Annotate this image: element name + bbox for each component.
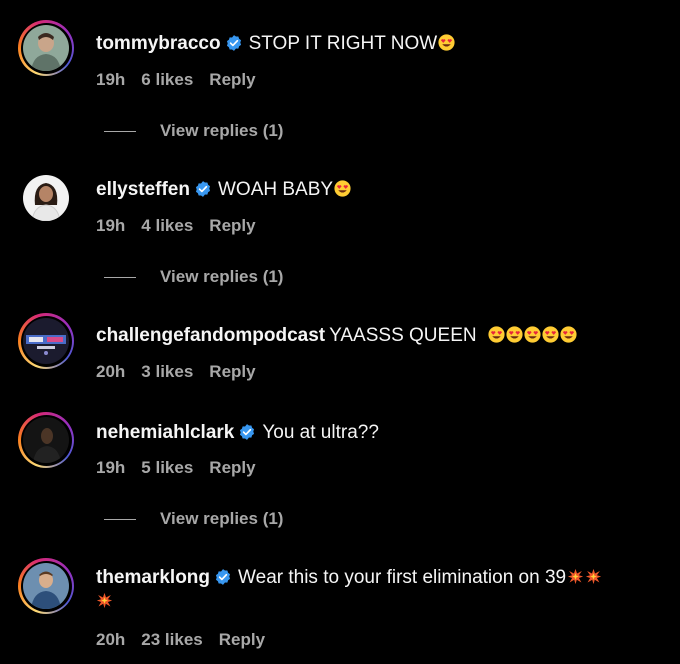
comment-text: WOAH BABY [217,179,334,200]
view-replies-label: View replies (1) [160,509,284,528]
avatar-nehemiahlclark[interactable] [18,412,74,468]
replies-divider [104,130,136,132]
timestamp: 19h [96,216,126,235]
view-replies-label: View replies (1) [160,121,284,140]
verified-badge-icon [226,35,241,51]
replies-divider [104,518,136,520]
likes-count[interactable]: 23 likes [141,630,202,649]
comment-line: ellysteffen WOAH BABY [96,178,660,202]
collision-emoji-icon [585,568,602,585]
likes-count[interactable]: 3 likes [141,362,193,381]
comment-text: STOP IT RIGHT NOW [248,33,438,54]
avatar-photo-icon [23,563,69,609]
verified-badge-icon [195,181,211,197]
comment-meta: 19h 6 likes Reply [96,70,272,90]
replies-divider [104,276,136,278]
collision-emoji-icon [567,568,584,585]
heart-eyes-emoji-icon [542,326,559,343]
verified-badge-icon [215,569,231,585]
timestamp: 20h [96,362,126,381]
collision-emoji-icon [96,592,113,609]
heart-eyes-emoji-icon [524,326,541,343]
username[interactable]: nehemiahlclark [96,422,234,443]
heart-eyes-emoji-icon [488,326,505,343]
heart-eyes-emoji-icon [506,326,523,343]
comment-line: nehemiahlclark You at ultra?? [96,421,660,445]
avatar-photo-icon [23,175,69,221]
timestamp: 19h [96,70,126,89]
avatar-tommybracco[interactable] [18,20,74,76]
username[interactable]: challengefandompodcast [96,325,325,346]
heart-eyes-emoji-icon [560,326,577,343]
reply-button[interactable]: Reply [209,216,255,235]
avatar-logo-icon [23,318,69,364]
comment-meta: 20h 23 likes Reply [96,630,281,650]
reply-button[interactable]: Reply [219,630,265,649]
timestamp: 19h [96,458,126,477]
likes-count[interactable]: 6 likes [141,70,193,89]
view-replies-button[interactable]: View replies (1) [104,121,283,141]
comment-meta: 19h 4 likes Reply [96,216,272,236]
avatar-ellysteffen[interactable] [18,170,74,226]
comment-text: YAASSS QUEEN [329,325,477,346]
likes-count[interactable]: 5 likes [141,458,193,477]
view-replies-label: View replies (1) [160,267,284,286]
reply-button[interactable]: Reply [209,362,255,381]
heart-eyes-emoji-icon [334,180,351,197]
reply-button[interactable]: Reply [209,458,255,477]
username[interactable]: tommybracco [96,33,221,54]
heart-eyes-emoji-icon [438,34,455,51]
username[interactable]: ellysteffen [96,179,190,200]
reply-button[interactable]: Reply [209,70,255,89]
comment-text: Wear this to your first elimination on 3… [238,567,567,588]
comment-text: You at ultra?? [262,422,379,443]
avatar-photo-icon [23,25,69,71]
username[interactable]: themarklong [96,567,210,588]
comment-line: themarklong Wear this to your first elimi… [96,566,660,614]
comment-meta: 19h 5 likes Reply [96,458,272,478]
comment-line: tommybracco STOP IT RIGHT NOW [96,32,660,56]
avatar-photo-icon [23,417,69,463]
verified-badge-icon [240,424,255,440]
likes-count[interactable]: 4 likes [141,216,193,235]
comment-line: challengefandompodcast YAASSS QUEEN [96,324,660,348]
avatar-challengefandompodcast[interactable] [18,313,74,369]
view-replies-button[interactable]: View replies (1) [104,509,283,529]
avatar-themarklong[interactable] [18,558,74,614]
timestamp: 20h [96,630,126,649]
view-replies-button[interactable]: View replies (1) [104,267,283,287]
comment-meta: 20h 3 likes Reply [96,362,272,382]
